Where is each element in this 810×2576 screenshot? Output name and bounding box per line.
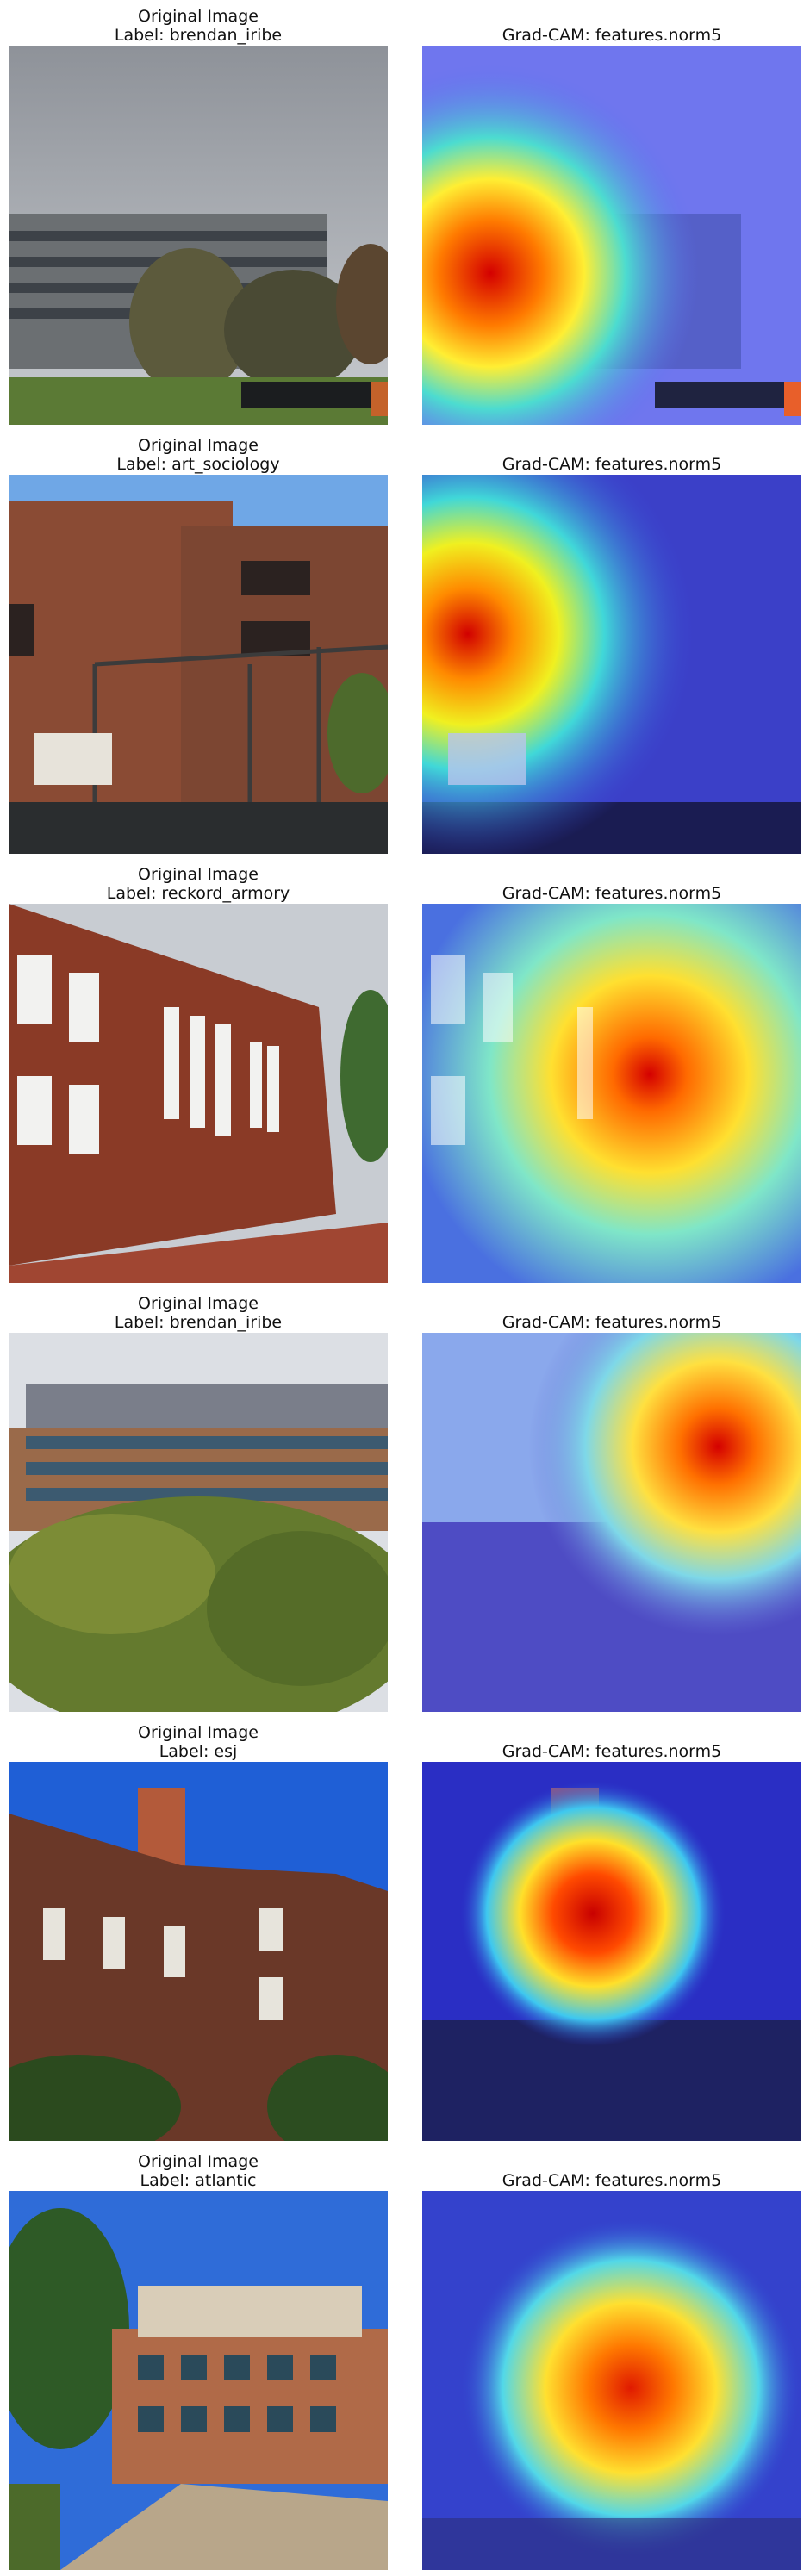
figure-row-4: Original Image Label: brendan_iribe Grad… [0, 1287, 810, 1716]
gradcam-heatmap [422, 475, 801, 854]
gradcam-heatmap [422, 46, 801, 425]
original-image-title: Original Image Label: brendan_iribe [9, 1294, 388, 1332]
gradcam-heatmap [422, 2191, 801, 2570]
gradcam-heading: Grad-CAM: features.norm5 [502, 455, 722, 474]
gradcam-heatmap [422, 904, 801, 1283]
original-image-heading: Original Image [138, 7, 259, 26]
original-image-label: Label: esj [159, 1742, 238, 1761]
gradcam-title: Grad-CAM: features.norm5 [422, 26, 801, 45]
figure-row-5: Original Image Label: esj Grad-CAM: feat… [0, 1716, 810, 2145]
figure-row-6: Original Image Label: atlantic Grad-CAM:… [0, 2145, 810, 2574]
original-image-title: Original Image Label: reckord_armory [9, 865, 388, 903]
original-image-label: Label: reckord_armory [106, 884, 290, 903]
original-image-title: Original Image Label: art_sociology [9, 436, 388, 474]
gradcam-title: Grad-CAM: features.norm5 [422, 2171, 801, 2190]
original-image-photo [9, 904, 388, 1283]
original-image-title: Original Image Label: brendan_iribe [9, 7, 388, 45]
gradcam-heading: Grad-CAM: features.norm5 [502, 1742, 722, 1761]
original-image-title: Original Image Label: atlantic [9, 2152, 388, 2190]
original-image-title: Original Image Label: esj [9, 1723, 388, 1761]
original-image-photo [9, 46, 388, 425]
original-image-heading: Original Image [138, 436, 259, 455]
original-image-label: Label: brendan_iribe [114, 26, 283, 45]
figure-row-2: Original Image Label: art_sociology Grad… [0, 429, 810, 858]
gradcam-heading: Grad-CAM: features.norm5 [502, 1313, 722, 1332]
gradcam-title: Grad-CAM: features.norm5 [422, 1742, 801, 1761]
original-image-label: Label: art_sociology [116, 455, 280, 474]
original-image-label: Label: atlantic [140, 2171, 257, 2190]
original-image-photo [9, 475, 388, 854]
gradcam-heatmap [422, 1333, 801, 1712]
original-image-heading: Original Image [138, 1294, 259, 1313]
figure-row-1: Original Image Label: brendan_iribe Grad… [0, 0, 810, 429]
original-image-heading: Original Image [138, 2152, 259, 2171]
gradcam-title: Grad-CAM: features.norm5 [422, 1313, 801, 1332]
gradcam-heading: Grad-CAM: features.norm5 [502, 26, 722, 45]
original-image-heading: Original Image [138, 1723, 259, 1742]
gradcam-heading: Grad-CAM: features.norm5 [502, 2171, 722, 2190]
gradcam-heatmap [422, 1762, 801, 2141]
original-image-photo [9, 1333, 388, 1712]
original-image-label: Label: brendan_iribe [114, 1313, 283, 1332]
original-image-photo [9, 1762, 388, 2141]
gradcam-title: Grad-CAM: features.norm5 [422, 884, 801, 903]
gradcam-heading: Grad-CAM: features.norm5 [502, 884, 722, 903]
figure-row-3: Original Image Label: reckord_armory Gra… [0, 858, 810, 1287]
original-image-photo [9, 2191, 388, 2570]
gradcam-title: Grad-CAM: features.norm5 [422, 455, 801, 474]
original-image-heading: Original Image [138, 865, 259, 884]
